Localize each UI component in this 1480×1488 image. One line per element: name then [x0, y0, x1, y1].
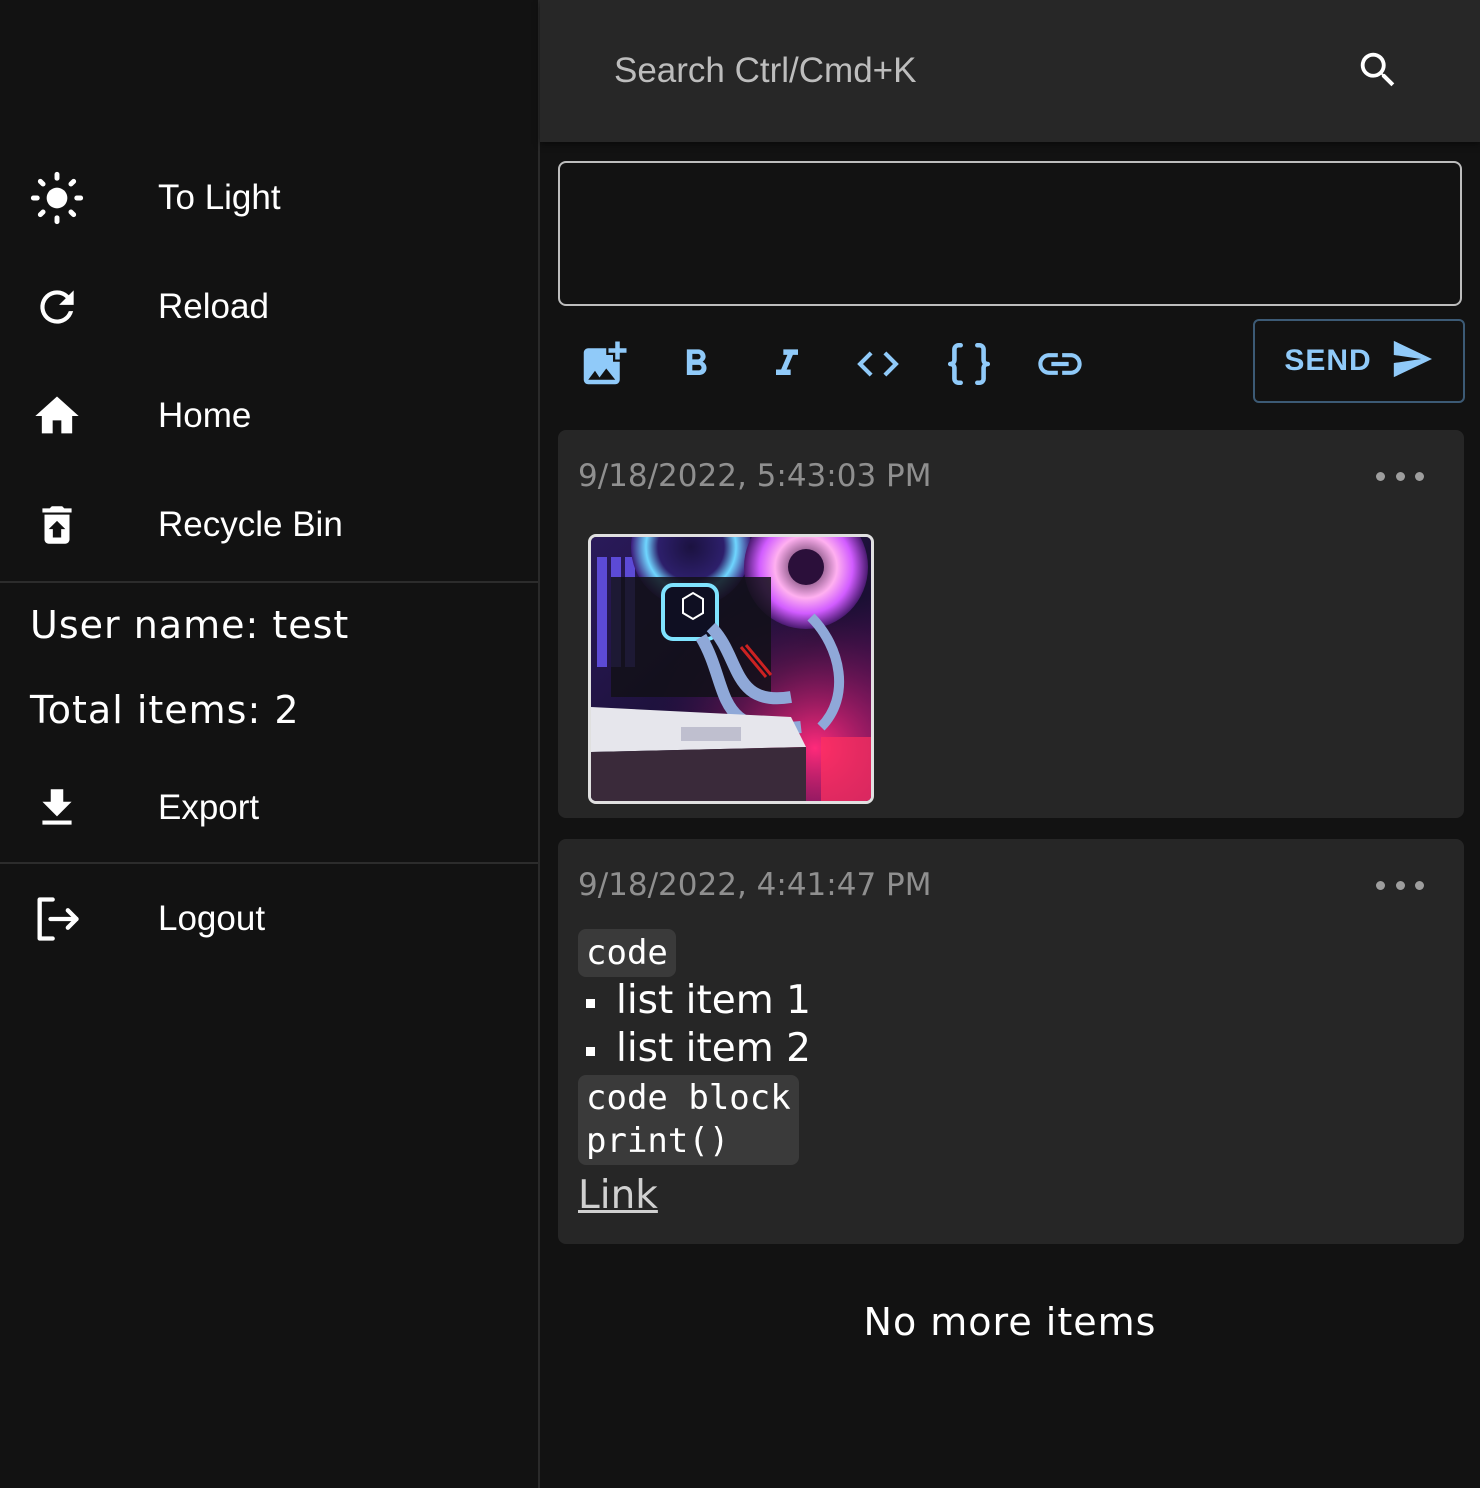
home-icon [30, 389, 84, 443]
code-icon[interactable] [850, 336, 906, 392]
download-icon [30, 781, 84, 835]
sidebar-item-to-light[interactable]: To Light [0, 148, 538, 248]
reload-icon [30, 280, 84, 334]
list-item: list item 2 [578, 1025, 811, 1073]
send-icon [1390, 339, 1434, 383]
code-block: code block print() [578, 1075, 799, 1165]
inline-code: code [578, 929, 676, 977]
user-name-value: test [272, 603, 350, 647]
bold-icon[interactable] [668, 336, 724, 392]
search-icon[interactable] [1350, 42, 1406, 98]
divider [0, 862, 538, 864]
search-bar [540, 0, 1480, 142]
sidebar-item-home[interactable]: Home [0, 366, 538, 466]
sidebar-item-label: Recycle Bin [158, 505, 343, 544]
no-more-items: No more items [863, 1300, 1157, 1344]
sidebar-item-label: Export [158, 788, 260, 827]
total-items-value: 2 [274, 688, 300, 732]
send-button[interactable]: SEND [1253, 319, 1465, 403]
message-editor[interactable] [558, 161, 1462, 306]
sidebar-item-label: Logout [158, 899, 266, 938]
send-label: SEND [1284, 344, 1372, 377]
recycle-bin-icon [30, 498, 84, 552]
sidebar-item-export[interactable]: Export [0, 758, 538, 858]
item-card: 9/18/2022, 4:41:47 PM code list item 1 l… [558, 839, 1464, 1244]
bullet-list: list item 1 list item 2 [578, 977, 811, 1073]
italic-icon[interactable] [759, 336, 815, 392]
sidebar-item-label: Home [158, 396, 252, 435]
item-timestamp: 9/18/2022, 5:43:03 PM [578, 458, 932, 494]
list-item: list item 1 [578, 977, 811, 1025]
divider [0, 581, 538, 583]
code-block-icon[interactable] [941, 336, 997, 392]
item-timestamp: 9/18/2022, 4:41:47 PM [578, 867, 932, 903]
sidebar-item-reload[interactable]: Reload [0, 257, 538, 357]
user-name-label: User name: [30, 603, 273, 647]
more-options-icon[interactable] [1376, 873, 1424, 897]
pc-build-photo [591, 537, 871, 801]
total-items-label: Total items: [30, 688, 275, 732]
sidebar-item-label: Reload [158, 287, 269, 326]
user-name-info: User name: test [30, 603, 349, 647]
item-content: code list item 1 list item 2 code block … [578, 929, 811, 1218]
item-card: 9/18/2022, 5:43:03 PM [558, 430, 1464, 818]
logout-icon [30, 892, 84, 946]
search-input[interactable] [612, 40, 1296, 102]
sidebar: To Light Reload Home Recycle Bin User na… [0, 0, 540, 1488]
item-image-thumbnail[interactable] [588, 534, 874, 804]
sidebar-item-label: To Light [158, 178, 281, 217]
add-image-icon[interactable] [576, 336, 632, 392]
content-link[interactable]: Link [578, 1173, 811, 1218]
sun-icon [30, 171, 84, 225]
sidebar-item-logout[interactable]: Logout [0, 869, 538, 969]
more-options-icon[interactable] [1376, 464, 1424, 488]
sidebar-item-recycle-bin[interactable]: Recycle Bin [0, 475, 538, 575]
link-icon[interactable] [1032, 336, 1088, 392]
total-items-info: Total items: 2 [30, 688, 300, 732]
